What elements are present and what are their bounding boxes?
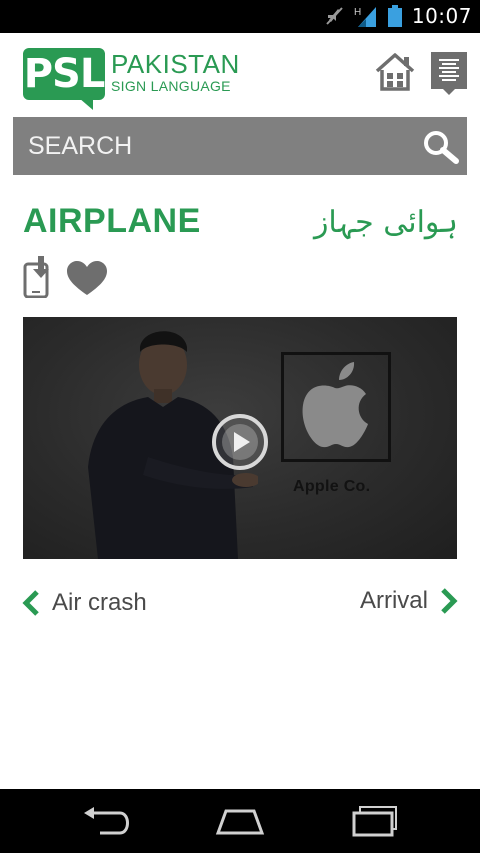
signal-icon: H — [354, 7, 376, 27]
chevron-right-icon — [441, 588, 458, 614]
battery-icon — [387, 5, 402, 27]
system-nav-bar — [0, 789, 480, 853]
search-input[interactable] — [13, 117, 403, 175]
logo-line1: PAKISTAN — [111, 49, 240, 79]
mute-icon — [326, 7, 343, 25]
status-icons: H 10:07 — [326, 4, 472, 28]
app-header: PSL PAKISTAN SIGN LANGUAGE — [0, 33, 480, 117]
heart-icon[interactable] — [66, 260, 108, 296]
home-icon[interactable] — [374, 51, 416, 93]
home-nav-icon[interactable] — [214, 807, 266, 835]
search-bar — [13, 117, 467, 175]
prev-word-label: Air crash — [52, 589, 147, 616]
download-icon[interactable] — [23, 256, 53, 298]
status-time: 10:07 — [411, 4, 472, 28]
logo-mark-text: PSL — [23, 51, 106, 97]
chevron-left-icon — [22, 590, 39, 616]
back-icon[interactable] — [80, 807, 132, 837]
logo-mark: PSL — [23, 48, 106, 110]
next-word-link[interactable]: Arrival — [360, 587, 458, 615]
apple-logo-icon — [302, 362, 368, 448]
logo-line2: SIGN LANGUAGE — [111, 78, 231, 94]
prev-word-link[interactable]: Air crash — [22, 589, 147, 617]
video-caption: Apple Co. — [293, 478, 371, 495]
recent-apps-icon[interactable] — [350, 805, 400, 837]
word-title: AIRPLANE — [23, 202, 201, 240]
play-icon[interactable] — [211, 413, 269, 471]
menu-icon[interactable] — [431, 52, 467, 96]
video-player[interactable]: Apple Co. — [23, 317, 457, 559]
word-urdu-title: ہوائی جہاز — [313, 205, 458, 240]
next-word-label: Arrival — [359, 587, 428, 614]
logo-bubble-tail — [79, 98, 93, 110]
logo-text: PAKISTAN SIGN LANGUAGE — [111, 48, 240, 93]
network-type-label: H — [354, 7, 361, 18]
app-logo[interactable]: PSL PAKISTAN SIGN LANGUAGE — [23, 48, 240, 110]
search-icon[interactable] — [421, 129, 461, 165]
status-bar: H 10:07 — [0, 0, 480, 33]
